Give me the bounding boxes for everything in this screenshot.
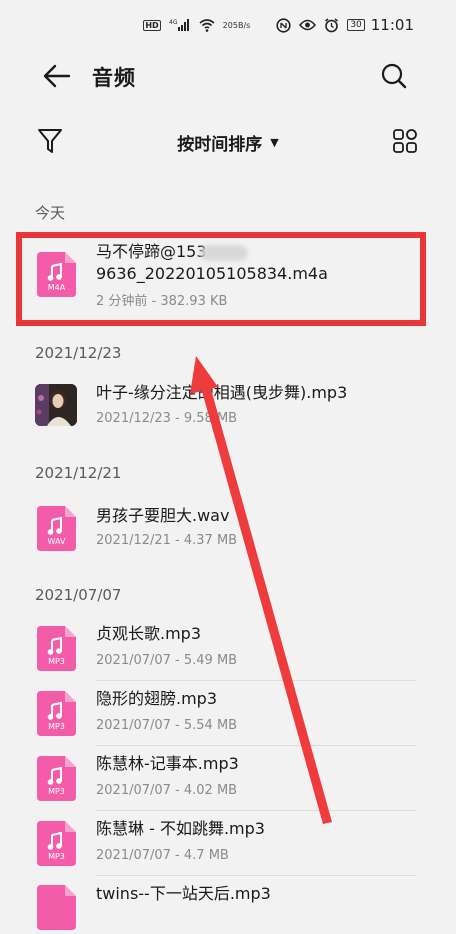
file-meta: 2021/07/07 - 5.54 MB [96,718,238,733]
file-type-label: WAV [48,537,66,546]
grid-icon [393,129,417,153]
search-icon [381,63,407,89]
file-meta: 2021/07/07 - 5.49 MB [96,653,238,668]
file-meta: 2021/12/23 - 9.58 MB [96,411,238,426]
redaction-blur [200,245,248,261]
file-name: 陈慧琳 - 不如跳舞.mp3 [96,819,265,838]
search-button[interactable] [380,62,408,90]
divider [96,810,416,811]
list-item-mp3[interactable]: MP3 陈慧琳 - 不如跳舞.mp3 2021/07/07 - 4.7 MB [0,812,456,878]
file-name: 叶子-缘分注定的相遇(曳步舞).mp3 [96,383,348,402]
signal-icon: 4G [169,18,191,32]
list-item-mp3[interactable]: twins--下一站天后.mp3 [0,877,456,930]
file-meta: 2021/07/07 - 4.02 MB [96,783,238,798]
section-header-date: 2021/12/23 [35,344,122,362]
toolbar: 按时间排序 ▼ [0,120,456,164]
filter-button[interactable] [36,126,64,156]
audio-file-icon: MP3 [37,756,76,801]
album-art-thumbnail [35,384,77,426]
list-item-mp3[interactable]: MP3 陈慧林-记事本.mp3 2021/07/07 - 4.02 MB [0,747,456,813]
file-type-label: M4A [48,283,66,292]
battery-indicator: 30 [347,19,365,31]
file-name-line2: 9636_20220105105834.m4a [96,264,328,283]
file-type-label: MP3 [48,657,65,666]
audio-file-icon: MP3 [37,821,76,866]
file-meta: 2 分钟前 - 382.93 KB [96,294,228,309]
status-bar: HD 4G 205 B/s 30 11:01 [0,0,456,50]
list-item-mp3[interactable]: MP3 隐形的翅膀.mp3 2021/07/07 - 5.54 MB [0,682,456,748]
file-name: twins--下一站天后.mp3 [96,884,271,903]
section-header-today: 今天 [35,204,66,222]
page-title: 音频 [92,66,136,90]
file-name-line1: 马不停蹄@153 [96,242,207,261]
back-arrow-icon [43,64,71,88]
audio-file-icon: M4A [37,252,76,297]
grid-view-button[interactable] [392,128,418,154]
app-bar: 音频 [0,50,456,102]
net-speed: 205 B/s [223,21,251,30]
section-header-date: 2021/12/21 [35,464,122,482]
hd-indicator: HD [143,19,161,31]
list-item-mp3[interactable]: MP3 贞观长歌.mp3 2021/07/07 - 5.49 MB [0,617,456,683]
net-speed-unit: B/s [237,20,251,30]
file-meta: 2021/12/21 - 4.37 MB [96,533,238,548]
file-type-label: MP3 [48,722,65,731]
file-meta: 2021/07/07 - 4.7 MB [96,848,229,863]
list-item-recording[interactable]: M4A 马不停蹄@153 9636_20220105105834.m4a 2 分… [0,236,456,324]
list-item-mp3[interactable]: 叶子-缘分注定的相遇(曳步舞).mp3 2021/12/23 - 9.58 MB [0,372,456,438]
list-item-wav[interactable]: WAV 男孩子要胆大.wav 2021/12/21 - 4.37 MB [0,493,456,559]
wifi-icon [199,18,215,32]
eye-icon [299,19,317,31]
audio-file-icon: MP3 [37,691,76,736]
back-button[interactable] [42,62,72,90]
signal-label: 4G [169,19,178,26]
audio-file-icon: WAV [37,506,76,551]
divider [96,745,416,746]
file-name: 隐形的翅膀.mp3 [96,689,218,708]
divider [96,680,416,681]
nfc-icon [276,17,291,33]
sort-dropdown[interactable]: 按时间排序 ▼ [177,130,278,155]
audio-file-icon: MP3 [37,626,76,671]
caret-down-icon: ▼ [270,136,279,149]
file-name: 贞观长歌.mp3 [96,624,202,643]
file-name: 男孩子要胆大.wav [96,506,230,525]
clock: 11:01 [370,16,414,34]
filter-icon [38,129,62,153]
file-type-label: MP3 [48,852,65,861]
file-name: 陈慧林-记事本.mp3 [96,754,239,773]
file-type-label: MP3 [48,787,65,796]
sort-label: 按时间排序 [177,135,263,155]
divider [96,875,416,876]
audio-file-icon [37,885,76,930]
net-speed-value: 205 [222,20,238,30]
alarm-icon [324,17,339,33]
section-header-date: 2021/07/07 [35,586,122,604]
